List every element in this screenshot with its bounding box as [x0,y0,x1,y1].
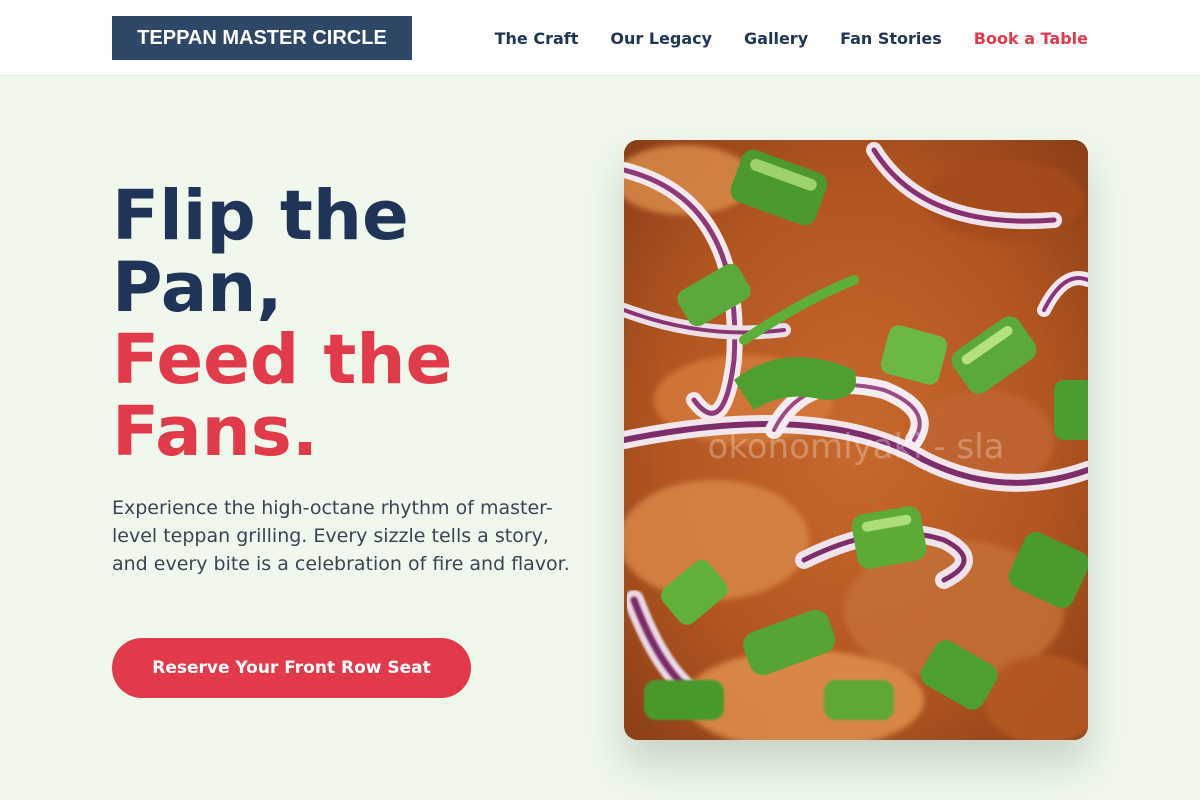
nav-link-gallery[interactable]: Gallery [744,29,808,48]
hero-food-image: okonomiyaki - sla [624,140,1088,740]
site-logo[interactable]: TEPPAN MASTER CIRCLE [112,16,412,60]
nav-link-our-legacy[interactable]: Our Legacy [610,29,712,48]
reserve-seat-button[interactable]: Reserve Your Front Row Seat [112,638,471,698]
nav-link-book-a-table[interactable]: Book a Table [974,29,1088,48]
nav-link-the-craft[interactable]: The Craft [495,29,579,48]
image-watermark: okonomiyaki - sla [708,427,1005,467]
headline-line-3: Feed the [112,320,453,400]
headline-line-4: Fans. [112,392,319,472]
hero-description: Experience the high-octane rhythm of mas… [112,497,570,575]
headline-line-2: Pan, [112,248,283,328]
okonomiyaki-photo: okonomiyaki - sla [624,140,1088,740]
main-nav: The Craft Our Legacy Gallery Fan Stories… [495,0,1088,76]
nav-link-fan-stories[interactable]: Fan Stories [840,29,942,48]
hero-headline: Flip the Pan, Feed the Fans. [112,180,592,468]
headline-line-1: Flip the [112,176,409,256]
site-header: TEPPAN MASTER CIRCLE The Craft Our Legac… [0,0,1200,76]
